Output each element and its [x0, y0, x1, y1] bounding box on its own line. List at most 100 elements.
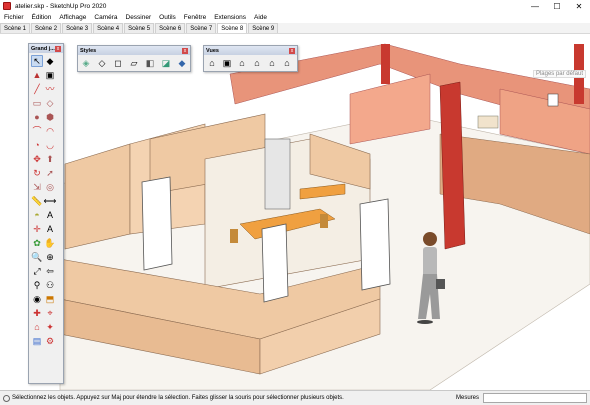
- tape-measure-icon[interactable]: 📏: [31, 195, 43, 207]
- measurements-label: Mesures: [456, 395, 480, 401]
- vues-tools: ⌂ ▣ ⌂ ⌂ ⌂ ⌂: [204, 55, 297, 71]
- menu-camera[interactable]: Caméra: [90, 14, 121, 21]
- grand-jeu-tools: ↖ ◆ ▲ ▣ ╱ 〰 ▭ ◇ ● ⬢ ⌒ ◠ ◔ ◡ ✥ ⬆ ↻ ➚ ⇲ ◎ …: [29, 53, 63, 349]
- panel-grand-jeu-close[interactable]: x: [55, 45, 61, 52]
- status-bar: Sélectionnez les objets. Appuyez sur Maj…: [0, 390, 590, 405]
- arc-3pt-icon[interactable]: ◡: [44, 139, 56, 151]
- shaded-textures-icon[interactable]: ◪: [160, 57, 172, 69]
- back-view-icon[interactable]: ⌂: [266, 57, 278, 69]
- door-frame-3: [261, 223, 289, 303]
- left-view-icon[interactable]: ⌂: [281, 57, 293, 69]
- corner-label: Plages par défaut: [532, 70, 586, 78]
- line-tool-icon[interactable]: ╱: [31, 83, 43, 95]
- zoom-tool-icon[interactable]: 🔍: [31, 251, 43, 263]
- scene-tab-4[interactable]: Scène 4: [93, 23, 124, 33]
- freehand-tool-icon[interactable]: 〰: [44, 83, 56, 95]
- scene-tab-5[interactable]: Scène 5: [124, 23, 155, 33]
- menu-fenetre[interactable]: Fenêtre: [180, 14, 210, 21]
- walk-tool-icon[interactable]: ⚇: [44, 279, 56, 291]
- dimension-tool-icon[interactable]: ⟷: [44, 195, 57, 207]
- section-plane-icon[interactable]: ⬒: [44, 293, 56, 305]
- position-camera-icon[interactable]: ⚲: [31, 279, 43, 291]
- rotate-tool-icon[interactable]: ↻: [31, 167, 43, 179]
- measurements-input[interactable]: [483, 393, 587, 403]
- figure-back: [547, 93, 559, 107]
- scene-tab-9[interactable]: Scène 9: [248, 23, 279, 33]
- model-viewport[interactable]: Plages par défaut: [0, 34, 590, 390]
- menu-edition[interactable]: Édition: [28, 14, 56, 21]
- hidden-line-icon[interactable]: ▱: [128, 57, 140, 69]
- follow-me-icon[interactable]: ➚: [44, 167, 56, 179]
- scene-tab-3[interactable]: Scène 3: [62, 23, 93, 33]
- component-tool-icon[interactable]: ▣: [44, 69, 56, 81]
- pie-tool-icon[interactable]: ◔: [31, 139, 43, 151]
- text-tool-icon[interactable]: A: [44, 209, 56, 221]
- chair-1: [230, 229, 238, 243]
- panel-styles-close[interactable]: x: [182, 47, 188, 54]
- extension-manager-icon[interactable]: ⚙: [44, 335, 56, 347]
- orbit-tool-icon[interactable]: ✿: [31, 237, 43, 249]
- warehouse-icon[interactable]: ⌂: [31, 321, 43, 333]
- wireframe-icon[interactable]: ◻: [112, 57, 124, 69]
- back-edges-icon[interactable]: ◇: [96, 57, 108, 69]
- menu-aide[interactable]: Aide: [250, 14, 271, 21]
- monochrome-icon[interactable]: ◆: [176, 57, 188, 69]
- protractor-icon[interactable]: ◓: [31, 209, 43, 221]
- status-message: Sélectionnez les objets. Appuyez sur Maj…: [12, 395, 344, 401]
- close-button[interactable]: ✕: [568, 0, 590, 12]
- menu-outils[interactable]: Outils: [155, 14, 180, 21]
- scene-tab-6[interactable]: Scène 6: [155, 23, 186, 33]
- menu-dessiner[interactable]: Dessiner: [122, 14, 156, 21]
- iso-view-icon[interactable]: ⌂: [206, 57, 218, 69]
- menu-fichier[interactable]: Fichier: [0, 14, 28, 21]
- sketchup-app-icon: [3, 2, 11, 10]
- panel-vues-close[interactable]: x: [289, 47, 295, 54]
- paint-tool-icon[interactable]: ▲: [31, 69, 43, 81]
- box-back: [477, 115, 499, 129]
- look-around-icon[interactable]: ◉: [31, 293, 43, 305]
- rectangle-tool-icon[interactable]: ▭: [31, 97, 43, 109]
- menu-extensions[interactable]: Extensions: [210, 14, 250, 21]
- maximize-button[interactable]: ☐: [546, 0, 568, 12]
- panel-styles: Styles x ◈ ◇ ◻ ▱ ◧ ◪ ◆: [77, 45, 191, 72]
- circle-tool-icon[interactable]: ●: [31, 111, 43, 123]
- scene-tab-8[interactable]: Scène 8: [217, 23, 248, 33]
- shaded-icon[interactable]: ◧: [144, 57, 156, 69]
- door-frame-2: [359, 198, 391, 291]
- scene-tab-7[interactable]: Scène 7: [186, 23, 217, 33]
- select-tool-icon[interactable]: ↖: [31, 55, 43, 67]
- rotated-rectangle-icon[interactable]: ◇: [44, 97, 56, 109]
- sandbox-tool-icon[interactable]: ✚: [31, 307, 43, 319]
- front-view-icon[interactable]: ⌂: [236, 57, 248, 69]
- previous-view-icon[interactable]: ⇦: [44, 265, 56, 277]
- polygon-tool-icon[interactable]: ⬢: [44, 111, 56, 123]
- scale-tool-icon[interactable]: ⇲: [31, 181, 43, 193]
- move-tool-icon[interactable]: ✥: [31, 153, 43, 165]
- panel-grand-jeu-header[interactable]: Grand j... x: [29, 44, 63, 53]
- eraser-tool-icon[interactable]: ◆: [44, 55, 56, 67]
- zoom-window-icon[interactable]: ⊕: [44, 251, 56, 263]
- xray-icon[interactable]: ◈: [80, 57, 92, 69]
- info-icon[interactable]: [3, 394, 10, 402]
- top-view-icon[interactable]: ▣: [221, 57, 233, 69]
- fridge: [264, 138, 291, 210]
- minimize-button[interactable]: —: [524, 0, 546, 12]
- zoom-extents-icon[interactable]: ⤢: [31, 265, 43, 277]
- offset-tool-icon[interactable]: ◎: [44, 181, 56, 193]
- scene-tab-1[interactable]: Scène 1: [0, 23, 31, 33]
- arc-tool-icon[interactable]: ⌒: [31, 125, 43, 137]
- 3d-text-icon[interactable]: A: [44, 223, 56, 235]
- right-view-icon[interactable]: ⌂: [251, 57, 263, 69]
- menu-affichage[interactable]: Affichage: [55, 14, 90, 21]
- panel-vues-header[interactable]: Vues x: [204, 46, 297, 55]
- pan-tool-icon[interactable]: ✋: [44, 237, 56, 249]
- push-pull-icon[interactable]: ⬆: [44, 153, 56, 165]
- extension-warehouse-icon[interactable]: ✦: [44, 321, 56, 333]
- arc-2pt-icon[interactable]: ◠: [44, 125, 56, 137]
- scene-tab-2[interactable]: Scène 2: [31, 23, 62, 33]
- axes-tool-icon[interactable]: ✛: [31, 223, 43, 235]
- add-location-icon[interactable]: ⌖: [44, 307, 56, 319]
- send-to-layout-icon[interactable]: ▤: [31, 335, 43, 347]
- panel-styles-header[interactable]: Styles x: [78, 46, 190, 55]
- door-frame-1: [141, 176, 173, 271]
